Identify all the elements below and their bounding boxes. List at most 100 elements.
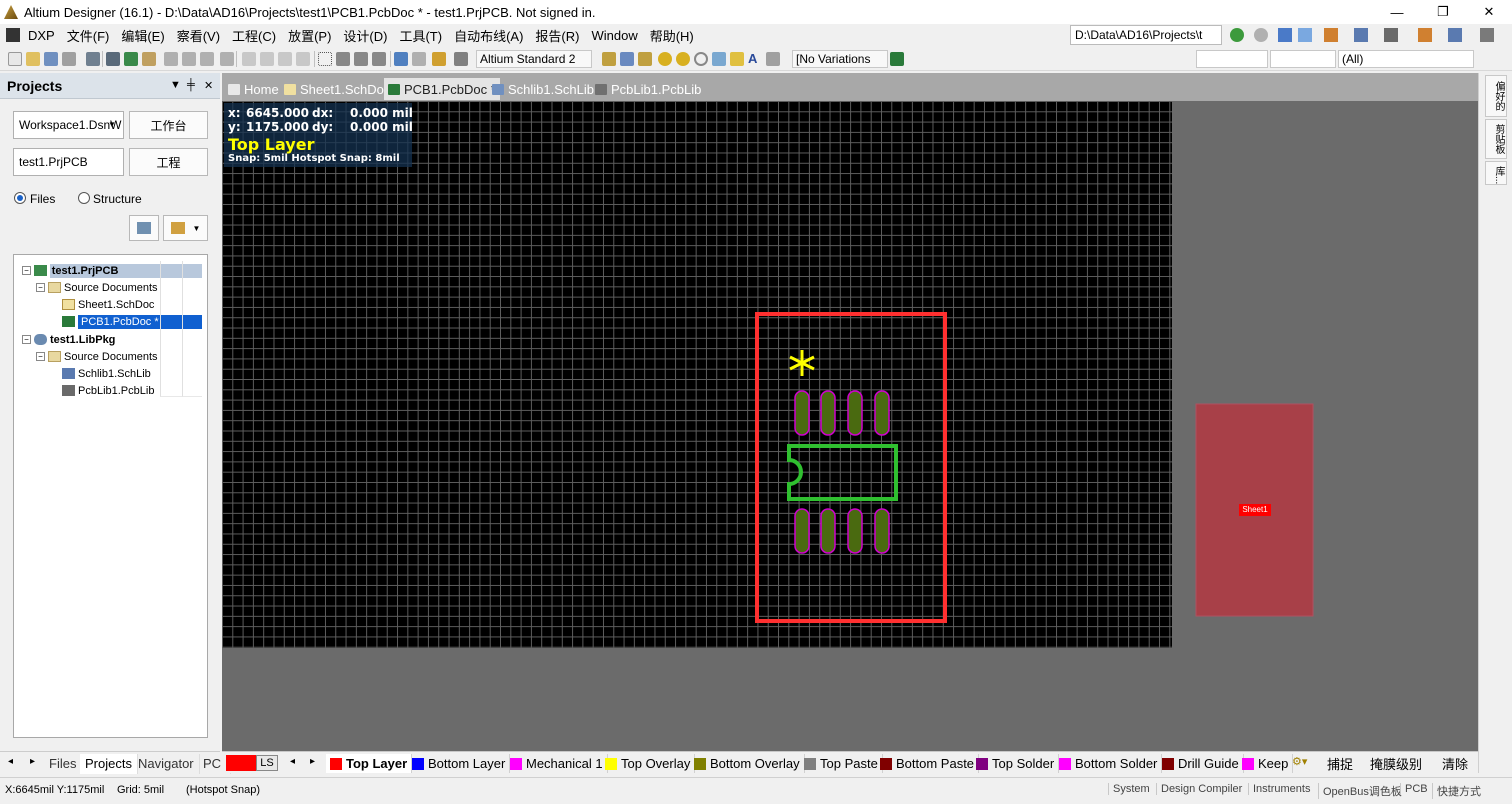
layer-tab-drill-guide[interactable]: Drill Guide: [1158, 754, 1244, 773]
cut-icon[interactable]: [242, 52, 256, 66]
pcb-graphics[interactable]: [222, 101, 1478, 751]
undo-icon[interactable]: [394, 52, 408, 66]
tab-schlib1[interactable]: Schlib1.SchLib: [488, 78, 598, 100]
maximize-button[interactable]: ❐: [1420, 0, 1466, 24]
layer-tab-bottom-layer[interactable]: Bottom Layer: [408, 754, 511, 773]
class-combo[interactable]: [1196, 50, 1268, 68]
collapse-icon[interactable]: −: [36, 352, 45, 361]
tab-projects[interactable]: Projects: [80, 754, 138, 774]
back-icon[interactable]: [1230, 28, 1244, 42]
clear-button[interactable]: 清除: [1442, 754, 1468, 773]
menu-tools[interactable]: 工具(T): [393, 26, 448, 45]
component-icon[interactable]: [1384, 28, 1398, 42]
pad-icon[interactable]: [658, 52, 672, 66]
instruments-button[interactable]: Instruments: [1248, 783, 1314, 795]
variations-combo[interactable]: [No Variations: [792, 50, 888, 68]
diff-pair-icon[interactable]: [638, 52, 652, 66]
menu-window[interactable]: Window: [585, 28, 643, 43]
arc-icon[interactable]: [694, 52, 708, 66]
menu-project[interactable]: 工程(C): [226, 26, 282, 45]
design-compiler-button[interactable]: Design Compiler: [1156, 783, 1246, 795]
deselect-icon[interactable]: [354, 52, 368, 66]
net-combo[interactable]: [1270, 50, 1336, 68]
polygon-icon[interactable]: [730, 52, 744, 66]
snap-button[interactable]: 捕捉: [1327, 754, 1353, 773]
save-icon[interactable]: [44, 52, 58, 66]
pad[interactable]: [847, 390, 863, 436]
chart-icon[interactable]: [1324, 28, 1338, 42]
crossprobe-icon[interactable]: [432, 52, 446, 66]
layer-tab-bottom-solder[interactable]: Bottom Solder: [1055, 754, 1163, 773]
pad[interactable]: [874, 508, 890, 554]
menu-reports[interactable]: 报告(R): [529, 26, 585, 45]
rubber-stamp-icon[interactable]: [296, 52, 310, 66]
shortcuts-button[interactable]: 快捷方式: [1432, 783, 1485, 799]
tab-sheet1[interactable]: Sheet1.SchDoc: [280, 78, 394, 100]
tab-navigator[interactable]: Navigator: [133, 754, 200, 774]
clear-filter-icon[interactable]: [372, 52, 386, 66]
browse-icon[interactable]: [454, 52, 468, 66]
pin-icon[interactable]: ╪: [187, 79, 195, 91]
mask-level-button[interactable]: 掩膜级别: [1370, 754, 1422, 773]
text-icon[interactable]: A: [748, 52, 762, 66]
home-icon[interactable]: [1278, 28, 1292, 42]
structure-radio[interactable]: [78, 192, 90, 204]
workspace-button[interactable]: 工作台: [129, 111, 208, 139]
tab-home[interactable]: Home: [224, 78, 283, 100]
pad[interactable]: [794, 390, 810, 436]
tree-item-source-docs-lib[interactable]: − Source Documents: [36, 348, 158, 365]
zoom-select-icon[interactable]: [200, 52, 214, 66]
filter-combo[interactable]: (All): [1338, 50, 1474, 68]
layer-tab-top-layer[interactable]: Top Layer: [326, 754, 413, 773]
device-icon[interactable]: [86, 52, 100, 66]
menu-help[interactable]: 帮助(H): [644, 26, 700, 45]
menu-edit[interactable]: 编辑(E): [115, 26, 170, 45]
open-icon[interactable]: [26, 52, 40, 66]
tree-item-sheet1[interactable]: Sheet1.SchDoc: [62, 296, 154, 313]
filter-icon[interactable]: [220, 52, 234, 66]
pcb-panel-button[interactable]: PCB: [1400, 783, 1432, 795]
folder-icon[interactable]: [142, 52, 156, 66]
panel-menu-icon[interactable]: ▼: [170, 79, 181, 91]
menu-file[interactable]: 文件(F): [61, 26, 116, 45]
keepout-outline[interactable]: [755, 312, 947, 623]
layer-scroll-left-icon[interactable]: ◂: [290, 756, 295, 767]
minimize-button[interactable]: —: [1374, 0, 1420, 24]
tab-clipboard[interactable]: 剪贴板: [1485, 119, 1507, 159]
layer-tab-top-solder[interactable]: Top Solder: [972, 754, 1060, 773]
files-radio[interactable]: [14, 192, 26, 204]
pad[interactable]: [820, 508, 836, 554]
tab-pcblib1[interactable]: PcbLib1.PcbLib: [591, 78, 705, 100]
layer-set-button[interactable]: LS: [256, 755, 278, 771]
menu-view[interactable]: 察看(V): [171, 26, 226, 45]
menu-autoroute[interactable]: 自动布线(A): [448, 26, 529, 45]
align-icon[interactable]: [1418, 28, 1432, 42]
tab-libraries[interactable]: 库...: [1485, 161, 1507, 185]
collapse-icon[interactable]: −: [22, 266, 31, 275]
component-place-icon[interactable]: [766, 52, 780, 66]
tab-files[interactable]: Files: [44, 754, 83, 774]
tab-pcb1[interactable]: PCB1.PcbDoc *: [384, 78, 500, 100]
close-button[interactable]: ✕: [1466, 0, 1512, 24]
export-button[interactable]: ▼: [163, 215, 208, 241]
via-icon[interactable]: [676, 52, 690, 66]
system-button[interactable]: System: [1108, 783, 1154, 795]
select-area-icon[interactable]: [318, 52, 332, 66]
fill-icon[interactable]: [712, 52, 726, 66]
current-layer-swatch[interactable]: [226, 755, 256, 771]
tab-scroll-left-icon[interactable]: ◂: [8, 756, 13, 767]
pad[interactable]: [874, 390, 890, 436]
zoom-fit-icon[interactable]: [164, 52, 178, 66]
tab-favorites[interactable]: 偏好的: [1485, 75, 1507, 117]
openbus-button[interactable]: OpenBus调色板: [1318, 783, 1406, 799]
layer-tab-bottom-overlay[interactable]: Bottom Overlay: [690, 754, 805, 773]
tree-item-source-docs[interactable]: − Source Documents: [36, 279, 158, 296]
tree-item-schlib[interactable]: Schlib1.SchLib: [62, 365, 151, 382]
pad[interactable]: [794, 508, 810, 554]
copy-icon[interactable]: [260, 52, 274, 66]
paste-icon[interactable]: [278, 52, 292, 66]
collapse-icon[interactable]: −: [22, 335, 31, 344]
board-view-icon[interactable]: [890, 52, 904, 66]
menu-dxp[interactable]: DXP: [22, 28, 61, 43]
refresh-icon[interactable]: [1298, 28, 1312, 42]
